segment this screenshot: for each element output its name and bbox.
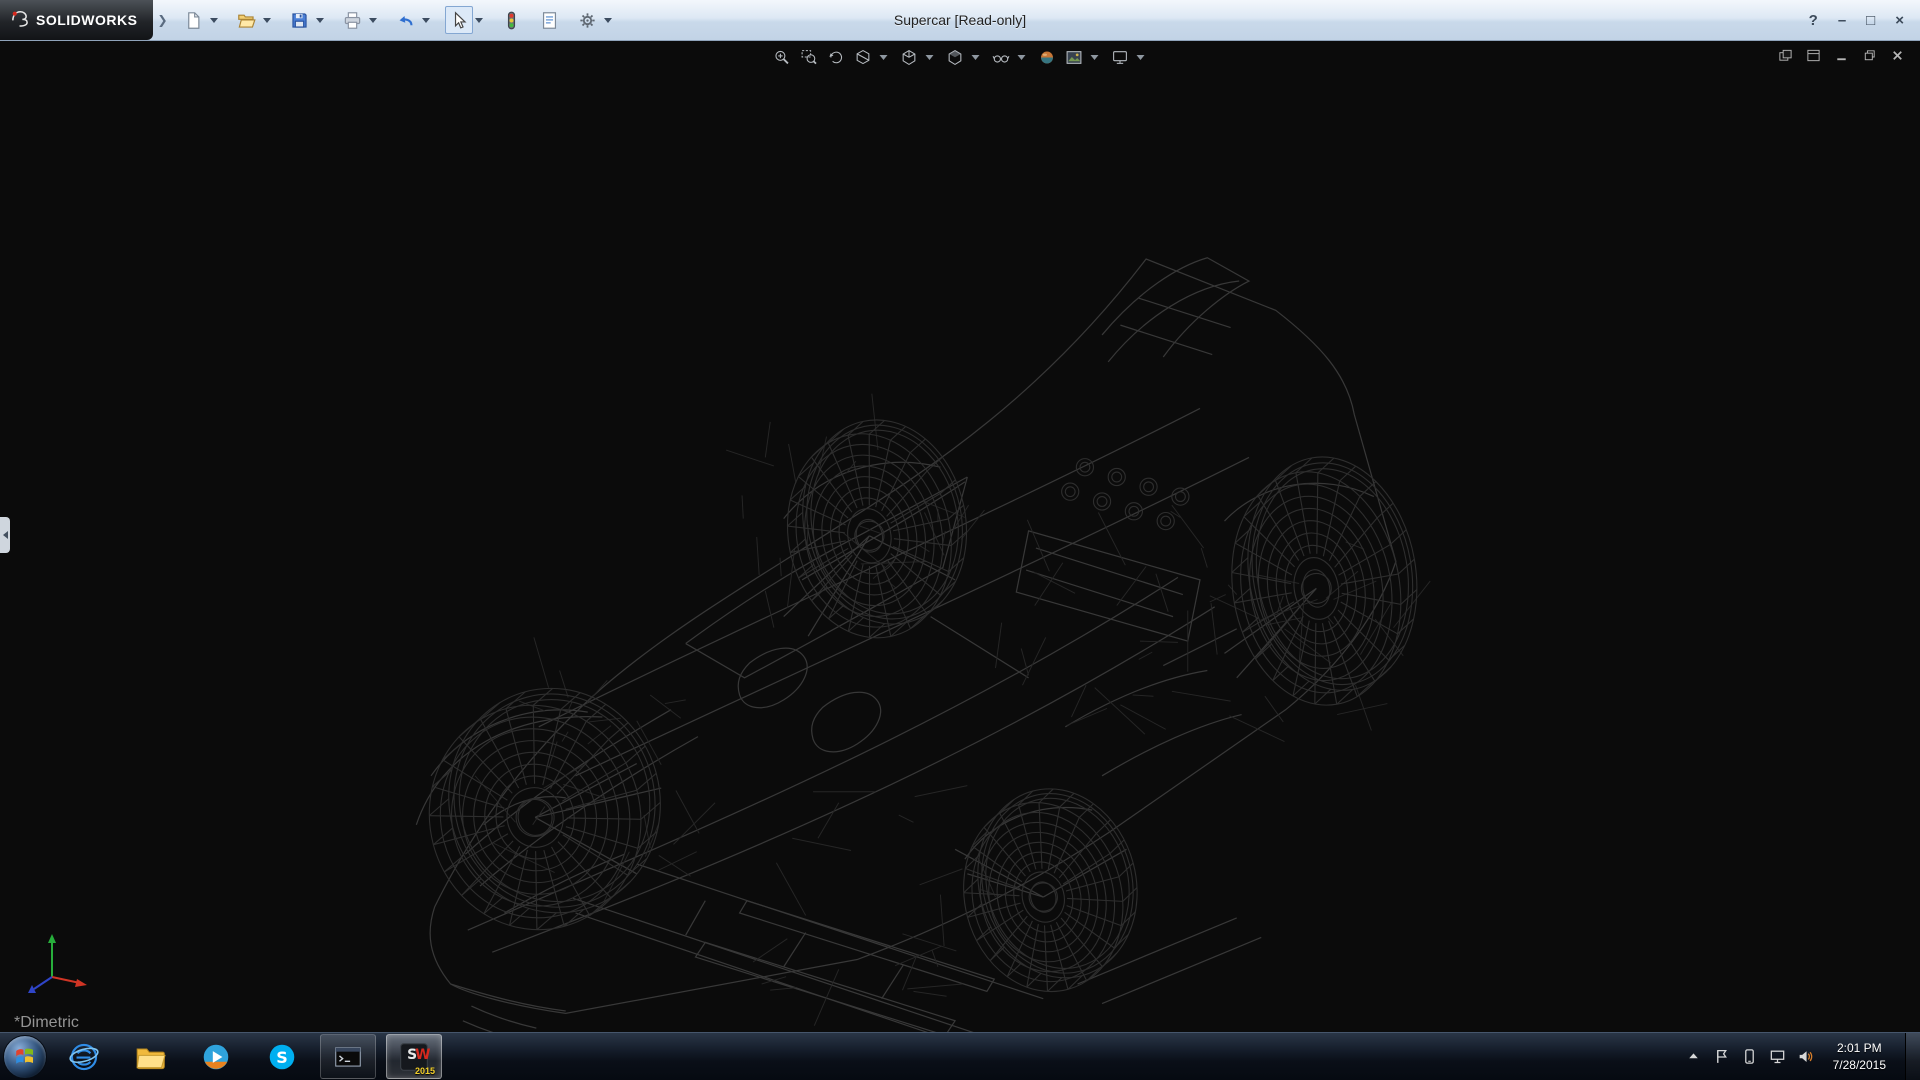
hide-show-items-dropdown-arrow-icon[interactable] [1018,55,1026,60]
previous-view-button[interactable] [825,46,847,68]
heads-up-view-toolbar [771,46,1150,68]
tray-icons [1685,1048,1814,1065]
show-hidden-icons-icon[interactable] [1685,1048,1702,1065]
display-icon[interactable] [1769,1048,1786,1065]
rebuild-button[interactable] [498,6,526,34]
apply-scene-dropdown-arrow-icon[interactable] [1091,55,1099,60]
section-view-button[interactable] [852,46,874,68]
file-properties-button[interactable] [536,6,564,34]
brand-name: SOLIDWORKS [36,12,137,28]
select-button[interactable] [445,6,473,34]
hide-show-items-button[interactable] [990,46,1012,68]
print-dropdown-arrow-icon[interactable] [369,18,377,23]
graphics-viewport[interactable]: *Dimetric [0,41,1920,1033]
open-dropdown-arrow-icon[interactable] [263,18,271,23]
view-orientation-button[interactable] [898,46,920,68]
save-button[interactable] [286,6,314,34]
document-window-controls [1778,48,1906,64]
display-style-dropdown-arrow-icon[interactable] [972,55,980,60]
minimize-button[interactable]: – [1838,13,1846,28]
orientation-triad-icon [20,927,96,1003]
tile-windows-button[interactable] [1806,48,1822,64]
taskbar-item-internet-explorer[interactable] [56,1034,112,1079]
view-settings-dropdown-arrow-icon[interactable] [1137,55,1145,60]
new-document-button[interactable] [180,6,208,34]
collapse-arrow-icon [3,531,8,539]
view-orientation-label: *Dimetric [14,1014,79,1032]
taskbar-item-windows-explorer[interactable] [122,1034,178,1079]
volume-icon[interactable] [1797,1048,1814,1065]
close-button[interactable]: × [1895,13,1904,28]
system-tray: 2:01 PM 7/28/2015 [1685,1033,1920,1080]
taskbar-clock[interactable]: 2:01 PM 7/28/2015 [1825,1040,1894,1072]
clock-date: 7/28/2015 [1833,1057,1886,1073]
taskbar-item-command-window[interactable] [320,1034,376,1079]
new-window-button[interactable] [1778,48,1794,64]
select-dropdown-arrow-icon[interactable] [475,18,483,23]
undo-button[interactable] [392,6,420,34]
print-button[interactable] [339,6,367,34]
open-button[interactable] [233,6,261,34]
menu-expand-arrow-icon[interactable]: ❯ [157,13,167,27]
minimize-doc-button[interactable] [1834,48,1850,64]
document-title: Supercar [Read-only] [894,12,1026,28]
svg-text:W: W [415,1047,430,1063]
display-style-button[interactable] [944,46,966,68]
save-dropdown-arrow-icon[interactable] [316,18,324,23]
main-toolbar [180,6,626,34]
device-icon[interactable] [1741,1048,1758,1065]
solidworks-logo[interactable]: SOLIDWORKS [0,0,153,40]
svg-text:S: S [276,1047,288,1066]
edit-appearance-button[interactable] [1036,46,1058,68]
taskbar: SSW2015 2:01 PM 7/28/2015 [0,1032,1920,1080]
titlebar-window-controls: ? – □ × [1809,13,1920,28]
start-button[interactable] [3,1035,47,1079]
new-document-dropdown-arrow-icon[interactable] [210,18,218,23]
apply-scene-button[interactable] [1063,46,1085,68]
taskbar-items: SSW2015 [51,1033,447,1080]
options-dropdown-arrow-icon[interactable] [604,18,612,23]
maximize-button[interactable]: □ [1866,13,1875,28]
help-button[interactable]: ? [1809,13,1818,28]
taskbar-item-skype[interactable]: S [254,1034,310,1079]
panel-collapse-tab[interactable] [0,517,10,553]
options-button[interactable] [574,6,602,34]
restore-doc-button[interactable] [1862,48,1878,64]
screen: SOLIDWORKS ❯ Supercar [Read-only] ? – □ × *… [0,0,1920,1080]
taskbar-item-solidworks-2015[interactable]: SW2015 [386,1034,442,1079]
show-desktop-button[interactable] [1905,1033,1920,1080]
app-titlebar: SOLIDWORKS ❯ Supercar [Read-only] ? – □ × [0,0,1920,41]
close-doc-button[interactable] [1890,48,1906,64]
action-center-flag-icon[interactable] [1713,1048,1730,1065]
clock-time: 2:01 PM [1833,1040,1886,1056]
zoom-to-area-button[interactable] [798,46,820,68]
solidworks-2015-badge: 2015 [415,1066,435,1076]
zoom-to-fit-button[interactable] [771,46,793,68]
wireframe-model [0,41,1920,1033]
view-settings-button[interactable] [1109,46,1131,68]
dassault-systemes-logo-icon [10,8,29,32]
undo-dropdown-arrow-icon[interactable] [422,18,430,23]
taskbar-item-media-player[interactable] [188,1034,244,1079]
view-orientation-dropdown-arrow-icon[interactable] [926,55,934,60]
section-view-dropdown-arrow-icon[interactable] [880,55,888,60]
